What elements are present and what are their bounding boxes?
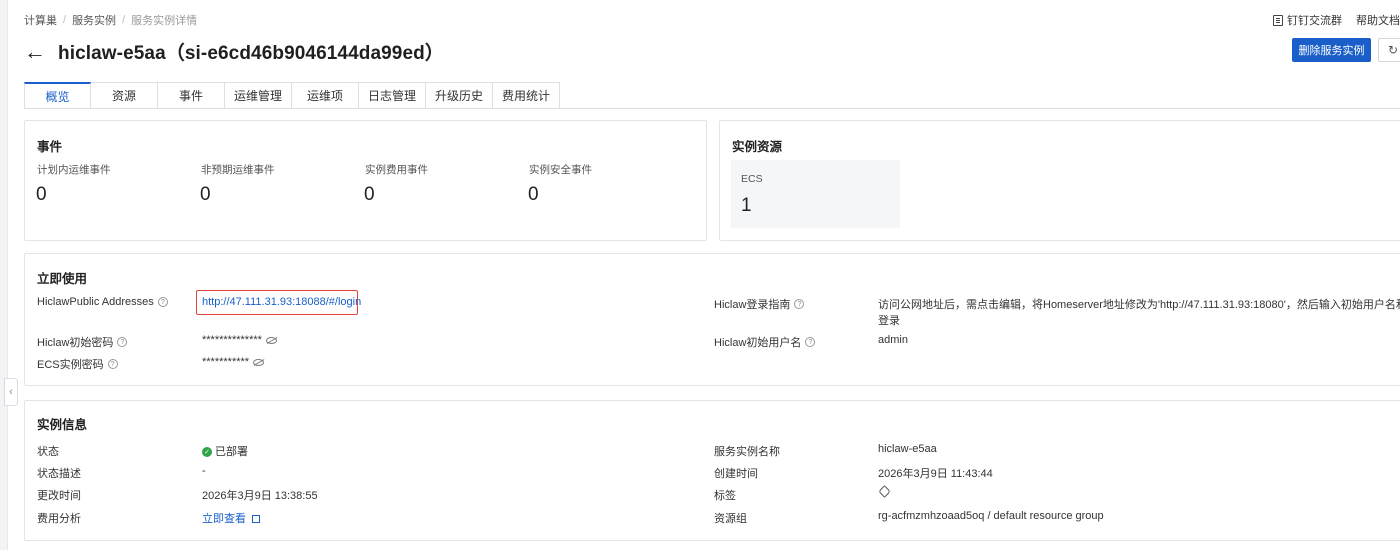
eye-slash-icon[interactable] xyxy=(253,358,265,366)
dingtalk-group-label: 钉钉交流群 xyxy=(1287,15,1342,27)
update-time-value: 2026年3月9日 13:38:55 xyxy=(202,490,318,502)
events-card xyxy=(24,120,707,241)
left-sidebar-edge xyxy=(0,0,8,550)
question-circle-icon[interactable]: ? xyxy=(805,337,816,347)
login-guide-label-text: Hiclaw登录指南 xyxy=(714,299,791,311)
dingtalk-icon xyxy=(1273,14,1283,26)
instance-info-title: 实例信息 xyxy=(37,418,88,432)
dingtalk-group-link[interactable]: 钉钉交流群 xyxy=(1273,12,1342,28)
login-guide-label: Hiclaw登录指南 ? xyxy=(714,296,805,312)
cost-analysis-link-text: 立即查看 xyxy=(202,513,246,525)
page-title: hiclaw-e5aa（si-e6cd46b9046144da99ed） xyxy=(58,43,444,64)
question-circle-icon[interactable]: ? xyxy=(107,359,118,369)
unexpected-ops-events-value[interactable]: 0 xyxy=(200,184,211,206)
instance-resources-title: 实例资源 xyxy=(732,140,783,154)
instance-name-label: 服务实例名称 xyxy=(714,446,780,458)
public-address-link[interactable]: http://47.111.31.93:18088/#/login xyxy=(202,296,361,308)
ecs-resource-tile[interactable] xyxy=(731,160,900,228)
title-row: ← hiclaw-e5aa（si-e6cd46b9046144da99ed） xyxy=(24,38,444,65)
resource-group-label: 资源组 xyxy=(714,513,747,525)
refresh-icon: ↻ xyxy=(1387,43,1399,57)
ecs-count: 1 xyxy=(741,195,752,216)
init-password-label: Hiclaw初始密码 ? xyxy=(37,334,128,350)
ecs-password-value: *********** xyxy=(202,356,265,368)
init-username-label: Hiclaw初始用户名 ? xyxy=(714,334,816,350)
tab-upgrade-history[interactable]: 升级历史 xyxy=(426,82,493,109)
breadcrumb: 计算巢 / 服务实例 / 服务实例详情 xyxy=(24,12,197,28)
tab-bar: 概览 资源 事件 运维管理 运维项 日志管理 升级历史 费用统计 xyxy=(24,82,560,109)
init-password-masked: ************** xyxy=(202,334,262,346)
external-link-icon xyxy=(252,515,260,524)
public-addresses-label: HiclawPublic Addresses ? xyxy=(37,296,168,308)
events-card-title: 事件 xyxy=(37,140,63,154)
status-desc-value: - xyxy=(202,465,206,477)
breadcrumb-item-service-instances[interactable]: 服务实例 xyxy=(72,12,116,28)
security-events-label: 实例安全事件 xyxy=(529,164,592,176)
tab-ops-management[interactable]: 运维管理 xyxy=(225,82,292,109)
planned-ops-events-label: 计划内运维事件 xyxy=(37,164,111,176)
breadcrumb-item-current: 服务实例详情 xyxy=(131,15,198,27)
resource-group-value: rg-acfmzmhzoaad5oq / default resource gr… xyxy=(878,510,1104,522)
tab-ops-items[interactable]: 运维项 xyxy=(292,82,359,109)
page: ‹ 计算巢 / 服务实例 / 服务实例详情 钉钉交流群 帮助文档 ← hicla… xyxy=(0,0,1400,550)
question-circle-icon[interactable]: ? xyxy=(157,297,168,307)
refresh-button[interactable]: ↻ xyxy=(1378,38,1400,62)
breadcrumb-separator: / xyxy=(122,14,126,26)
cost-analysis-label: 费用分析 xyxy=(37,513,81,525)
status-label: 状态 xyxy=(37,446,59,458)
top-links: 钉钉交流群 帮助文档 xyxy=(1273,12,1400,28)
tab-cost-statistics[interactable]: 费用统计 xyxy=(493,82,560,109)
status-value: ✓ 已部署 xyxy=(202,443,248,459)
init-username-value: admin xyxy=(878,334,908,346)
security-events-value[interactable]: 0 xyxy=(528,184,539,206)
status-desc-label: 状态描述 xyxy=(37,468,81,480)
login-guide-line2: 登录 xyxy=(878,315,900,327)
check-circle-icon: ✓ xyxy=(202,447,212,458)
tag-icon[interactable] xyxy=(878,485,891,498)
ecs-password-masked: *********** xyxy=(202,356,250,368)
status-text: 已部署 xyxy=(215,446,248,458)
quick-use-title: 立即使用 xyxy=(37,272,88,286)
cost-events-label: 实例费用事件 xyxy=(365,164,428,176)
sidebar-collapse-handle[interactable]: ‹ xyxy=(4,378,18,406)
delete-instance-button[interactable]: 删除服务实例 xyxy=(1292,38,1371,62)
help-docs-link[interactable]: 帮助文档 xyxy=(1356,12,1400,28)
question-circle-icon[interactable]: ? xyxy=(117,337,128,347)
login-guide-line1: 访问公网地址后，需点击编辑，将Homeserver地址修改为'http://47… xyxy=(878,299,1400,311)
tab-divider xyxy=(24,108,1400,109)
create-time-label: 创建时间 xyxy=(714,468,758,480)
tab-events[interactable]: 事件 xyxy=(158,82,225,109)
tags-label: 标签 xyxy=(714,490,736,502)
ecs-password-label: ECS实例密码 ? xyxy=(37,356,118,372)
tags-value[interactable] xyxy=(878,485,891,499)
ecs-label: ECS xyxy=(741,173,763,185)
unexpected-ops-events-label: 非预期运维事件 xyxy=(201,164,275,176)
tab-overview[interactable]: 概览 xyxy=(24,82,91,109)
cost-events-value[interactable]: 0 xyxy=(364,184,375,206)
update-time-label: 更改时间 xyxy=(37,490,81,502)
cost-analysis-link[interactable]: 立即查看 xyxy=(202,510,260,526)
create-time-value: 2026年3月9日 11:43:44 xyxy=(878,468,993,480)
ecs-password-label-text: ECS实例密码 xyxy=(37,359,104,371)
init-password-value: ************** xyxy=(202,334,277,346)
public-addresses-label-text: HiclawPublic Addresses xyxy=(37,296,154,308)
breadcrumb-separator: / xyxy=(63,14,67,26)
tab-log-management[interactable]: 日志管理 xyxy=(359,82,426,109)
init-username-label-text: Hiclaw初始用户名 xyxy=(714,337,802,349)
question-circle-icon[interactable]: ? xyxy=(794,299,805,309)
chevron-left-icon: ‹ xyxy=(9,386,13,398)
tab-resources[interactable]: 资源 xyxy=(91,82,158,109)
planned-ops-events-value[interactable]: 0 xyxy=(36,184,47,206)
eye-slash-icon[interactable] xyxy=(265,336,277,344)
arrow-left-icon[interactable]: ← xyxy=(24,40,46,63)
instance-name-value: hiclaw-e5aa xyxy=(878,443,937,455)
init-password-label-text: Hiclaw初始密码 xyxy=(37,337,114,349)
breadcrumb-item-compute-nest[interactable]: 计算巢 xyxy=(24,12,57,28)
